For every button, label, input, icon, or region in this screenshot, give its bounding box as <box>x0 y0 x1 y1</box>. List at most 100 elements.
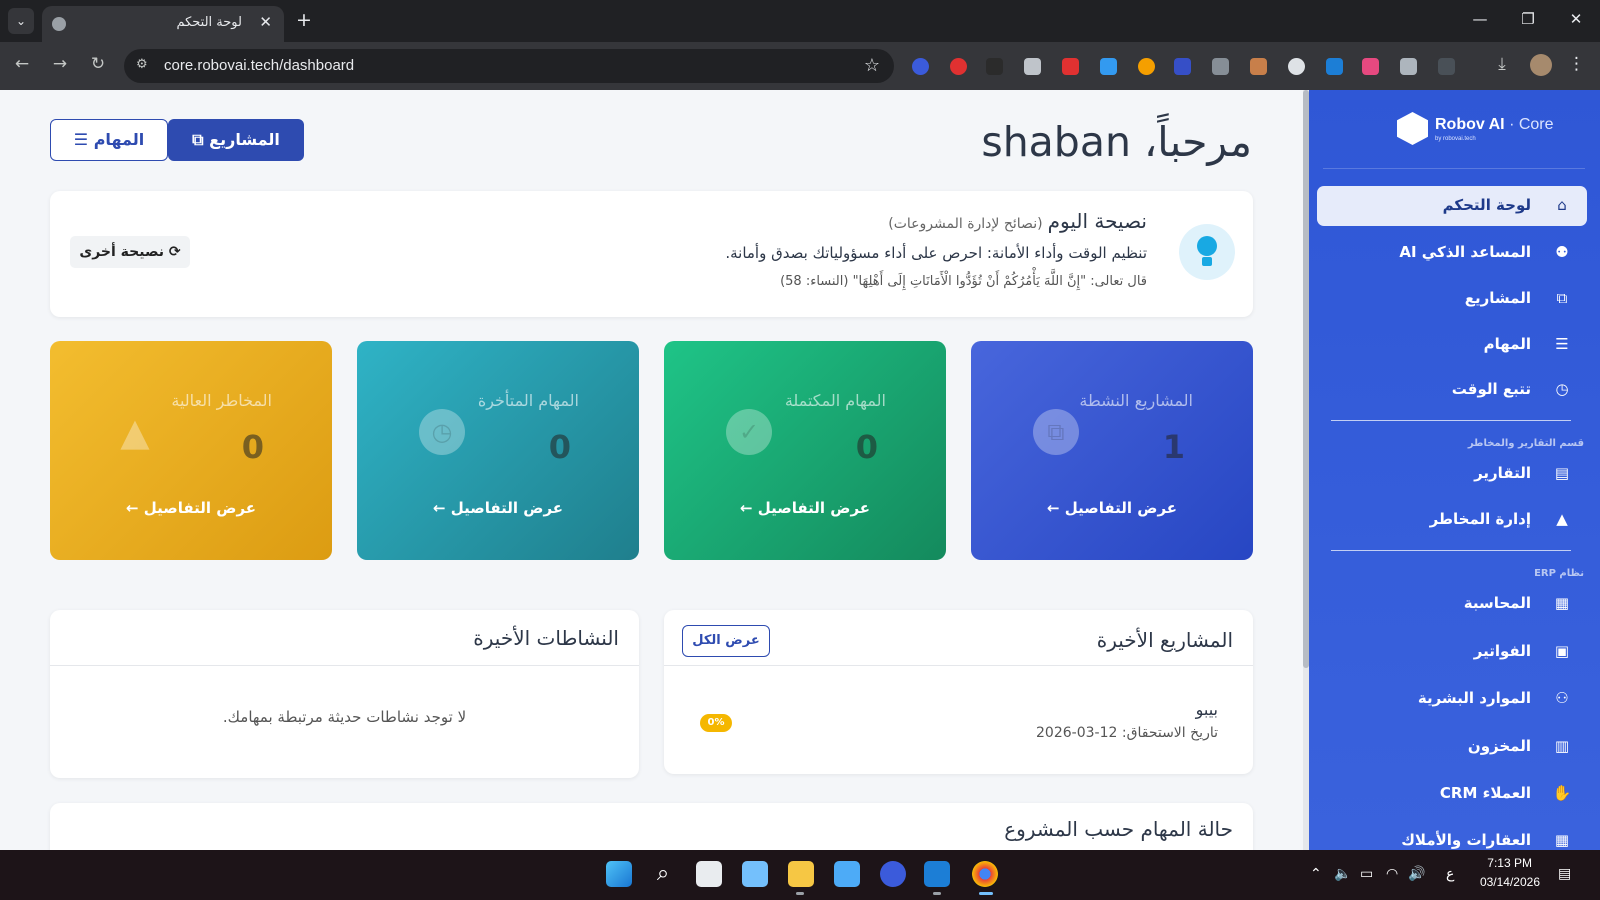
view-details-link[interactable]: عرض التفاصيل ← <box>357 499 639 517</box>
browser-menu-icon[interactable]: ⋮ <box>1568 54 1585 74</box>
logo-icon <box>1397 112 1428 145</box>
chrome-icon[interactable] <box>972 861 998 887</box>
address-url[interactable]: core.robovai.tech/dashboard <box>164 57 354 74</box>
sidebar-item-real-estate[interactable]: ▦ العقارات والأملاك <box>1317 821 1587 850</box>
projects-button[interactable]: ⧉ المشاريع <box>168 119 304 161</box>
view-details-link[interactable]: عرض التفاصيل ← <box>664 499 946 517</box>
view-details-label: عرض التفاصيل <box>757 499 871 517</box>
language-indicator[interactable]: ع <box>1446 866 1454 882</box>
app-g-icon[interactable] <box>880 861 906 887</box>
search-icon[interactable]: ⌕ <box>650 861 676 887</box>
progress-badge: 0% <box>700 714 732 732</box>
download-icon[interactable]: ⤓ <box>1490 54 1514 74</box>
sidebar-item-tasks[interactable]: ☰ المهام <box>1317 325 1587 365</box>
chevron-up-icon[interactable]: ⌃ <box>1310 866 1322 882</box>
sidebar-item-ai-assistant[interactable]: ⚉ المساعد الذكي AI <box>1317 233 1587 273</box>
view-details-link[interactable]: عرض التفاصيل ← <box>971 499 1253 517</box>
tab-close-icon[interactable]: ✕ <box>259 13 272 31</box>
clock-time[interactable]: 7:13 PM <box>1472 856 1532 870</box>
sidebar-item-inventory[interactable]: ▥ المخزون <box>1317 727 1587 767</box>
file-explorer-icon[interactable] <box>788 861 814 887</box>
sidebar-item-label: تتبع الوقت <box>1451 380 1531 398</box>
view-details-label: عرض التفاصيل <box>1064 499 1178 517</box>
app-running-indicator <box>796 892 804 895</box>
extension-icon[interactable] <box>1212 58 1229 75</box>
forward-arrow-icon[interactable]: → <box>48 54 72 74</box>
extensions-puzzle-icon[interactable] <box>1438 58 1455 75</box>
boxes-icon: ▥ <box>1554 737 1570 755</box>
sidebar-item-dashboard[interactable]: ⌂ لوحة التحكم <box>1317 186 1587 226</box>
extension-icon[interactable] <box>986 58 1003 75</box>
view-details-label: عرض التفاصيل <box>450 499 564 517</box>
extension-icon[interactable] <box>1024 58 1041 75</box>
browser-toolbar: ← → ↻ ⚙ core.robovai.tech/dashboard ☆ ⤓ <box>0 42 1600 90</box>
windows-start-icon[interactable] <box>606 861 632 887</box>
new-tab-button[interactable]: + <box>296 9 312 31</box>
sidebar-item-time-tracking[interactable]: ◷ تتبع الوقت <box>1317 370 1587 410</box>
sidebar-item-label: المساعد الذكي AI <box>1399 243 1531 261</box>
extension-icon[interactable] <box>1362 58 1379 75</box>
sidebar-item-projects[interactable]: ⧉ المشاريع <box>1317 279 1587 319</box>
task-status-panel: حالة المهام حسب المشروع <box>50 803 1253 850</box>
extension-icon[interactable] <box>1326 58 1343 75</box>
lightbulb-icon <box>1179 224 1235 280</box>
view-details-link[interactable]: عرض التفاصيل ← <box>50 499 332 517</box>
sidebar-item-reports[interactable]: ▤ التقارير <box>1317 454 1587 494</box>
notification-icon[interactable]: ▤ <box>1558 866 1571 882</box>
extension-icon[interactable] <box>1062 58 1079 75</box>
sidebar-item-label: إدارة المخاطر <box>1429 510 1531 528</box>
sidebar: Robov AI · Core by robovai.tech ⌂ لوحة ا… <box>1309 90 1600 850</box>
extension-icon[interactable] <box>1288 58 1305 75</box>
sidebar-item-crm[interactable]: ✋ العملاء CRM <box>1317 774 1587 814</box>
another-tip-button[interactable]: نصيحة أخرى ⟳ <box>70 236 190 268</box>
extension-icon[interactable] <box>912 58 929 75</box>
vscode-icon[interactable] <box>924 861 950 887</box>
address-bar[interactable]: ⚙ core.robovai.tech/dashboard ☆ <box>124 49 894 83</box>
clock-icon: ◷ <box>419 409 465 455</box>
battery-icon[interactable]: ▭ <box>1360 866 1373 882</box>
sidebar-item-label: العملاء CRM <box>1439 784 1531 802</box>
extension-icon[interactable] <box>1400 58 1417 75</box>
extension-icon[interactable] <box>1100 58 1117 75</box>
tab-search-button[interactable]: ⌄ <box>8 8 34 34</box>
tip-title: نصيحة اليوم <box>1047 209 1147 233</box>
sidebar-item-invoices[interactable]: ▣ الفواتير <box>1317 632 1587 672</box>
wifi-icon[interactable]: ◠ <box>1386 866 1398 882</box>
minimize-button[interactable]: — <box>1460 10 1500 28</box>
widgets-icon[interactable] <box>742 861 768 887</box>
stat-label: المخاطر العالية <box>171 391 272 410</box>
close-window-button[interactable]: ✕ <box>1556 10 1596 28</box>
extension-icon[interactable] <box>1174 58 1191 75</box>
sidebar-item-accounting[interactable]: ▦ المحاسبة <box>1317 584 1587 624</box>
stat-label: المهام المكتملة <box>784 391 886 410</box>
brand-logo[interactable]: Robov AI · Core <box>1435 116 1554 134</box>
divider <box>664 665 1253 666</box>
calculator-icon: ▦ <box>1554 594 1570 612</box>
bookmark-star-icon[interactable]: ☆ <box>864 55 880 76</box>
taskbar: ⌕ ⌃ 🔈 ▭ ◠ 🔊 ع 7:13 PM 03/14/2026 ▤ <box>0 850 1600 900</box>
speaker-icon[interactable]: 🔈 <box>1334 866 1351 882</box>
back-arrow-icon[interactable]: ← <box>10 54 34 74</box>
extension-icon[interactable] <box>950 58 967 75</box>
store-icon[interactable] <box>834 861 860 887</box>
extension-icon[interactable] <box>1250 58 1267 75</box>
sidebar-item-risk-management[interactable]: ▲ إدارة المخاطر <box>1317 500 1587 540</box>
extension-icon[interactable] <box>1138 58 1155 75</box>
reload-icon[interactable]: ↻ <box>86 54 110 74</box>
browser-tab[interactable]: لوحة التحكم ✕ <box>42 6 284 42</box>
sidebar-item-hr[interactable]: ⚇ الموارد البشرية <box>1317 679 1587 719</box>
tasks-button[interactable]: ☰ المهام <box>50 119 168 161</box>
restore-button[interactable]: ❐ <box>1508 10 1548 28</box>
site-info-icon[interactable]: ⚙ <box>136 57 148 72</box>
task-view-icon[interactable] <box>696 861 722 887</box>
project-name[interactable]: بيبو <box>1196 700 1218 719</box>
profile-avatar[interactable] <box>1530 54 1552 76</box>
brand-core: Core <box>1518 116 1554 133</box>
sidebar-item-label: المهام <box>1483 335 1531 353</box>
volume-icon[interactable]: 🔊 <box>1408 866 1425 882</box>
tasks-icon: ☰ <box>1555 335 1569 353</box>
stat-value: 0 <box>855 428 878 466</box>
dashboard-main: مرحباً، shaban ⧉ المشاريع ☰ المهام نصيحة… <box>0 90 1304 850</box>
view-all-button[interactable]: عرض الكل <box>682 625 770 657</box>
clock-date[interactable]: 03/14/2026 <box>1472 875 1540 889</box>
